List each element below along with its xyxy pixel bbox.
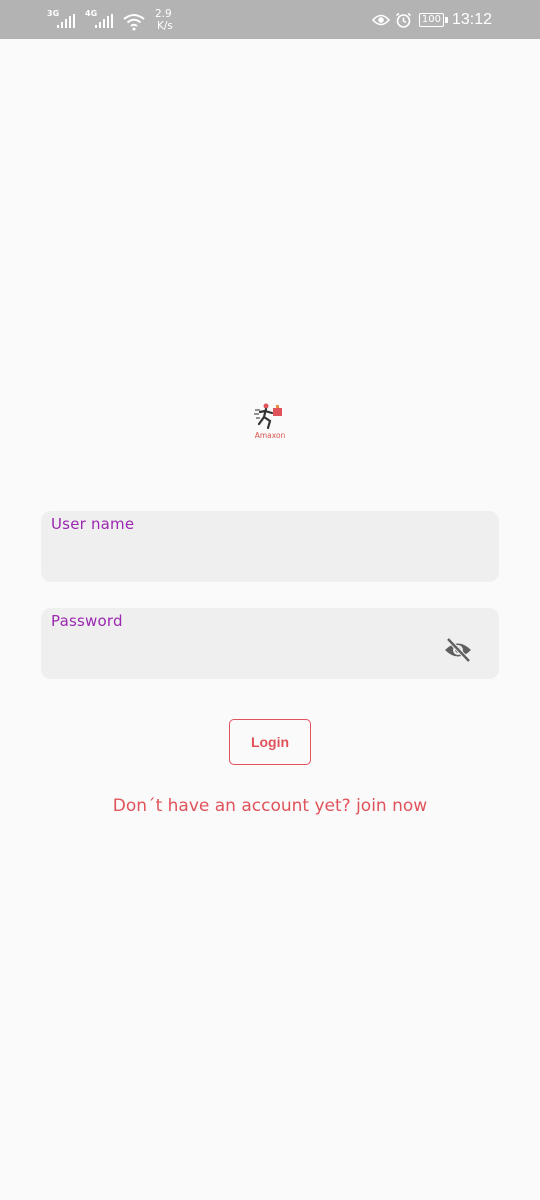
password-field[interactable]: Password — [41, 608, 499, 679]
status-bar: 3G 4G 2.9 K/s 100 13:12 — [0, 0, 540, 39]
app-logo: Amaxon — [250, 402, 290, 442]
visibility-off-icon — [445, 637, 471, 663]
alarm-icon — [395, 12, 411, 28]
battery-icon: 100 — [418, 13, 449, 27]
logo-wordmark: Amaxon — [254, 431, 286, 440]
eye-icon — [371, 14, 390, 26]
sim2-signal: 4G — [85, 9, 115, 31]
signal-icon — [95, 14, 113, 28]
status-right-group: 100 13:12 — [371, 8, 492, 32]
username-label: User name — [51, 515, 135, 533]
sim1-signal: 3G — [47, 9, 77, 31]
username-input[interactable] — [51, 543, 439, 575]
login-screen: 3G 4G 2.9 K/s 100 13:12 Amaxon User name… — [0, 0, 540, 1200]
login-button[interactable]: Login — [229, 719, 311, 765]
wifi-icon — [123, 14, 145, 31]
password-visibility-toggle[interactable] — [443, 637, 473, 663]
signal-icon — [57, 14, 75, 28]
status-left-group: 3G 4G 2.9 K/s — [47, 6, 173, 34]
speed-value: 2.9 — [155, 8, 172, 20]
status-time: 13:12 — [451, 11, 492, 28]
speed-unit: K/s — [157, 20, 173, 32]
runner-delivery-icon — [254, 403, 282, 430]
password-input[interactable] — [51, 640, 439, 672]
network-speed: 2.9 K/s — [155, 8, 173, 32]
password-label: Password — [51, 612, 123, 630]
username-field[interactable]: User name — [41, 511, 499, 582]
join-now-link[interactable]: Don´t have an account yet? join now — [0, 796, 540, 816]
